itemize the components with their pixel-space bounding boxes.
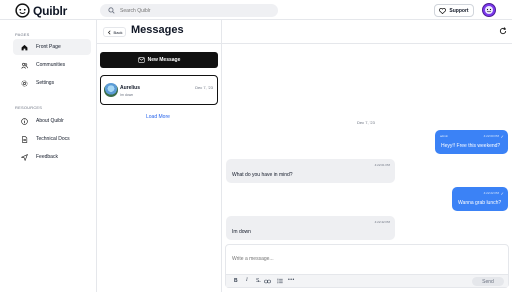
sidebar-item-label: About Quiblr	[36, 118, 64, 124]
message-text: Im down	[232, 229, 251, 235]
message-composer: B I S̶ ••• Send	[225, 244, 509, 288]
message-sender: admin	[440, 134, 449, 138]
user-face-icon	[485, 6, 493, 14]
strikethrough-icon[interactable]: S̶	[256, 278, 259, 284]
conversation-item[interactable]: Aurelius Dec 7, '23 Im down	[100, 75, 218, 105]
message-time: 4:22:22 PM	[483, 191, 499, 195]
sidebar-item-technical-docs[interactable]: Technical Docs	[13, 131, 91, 147]
sidebar-item-settings[interactable]: Settings	[13, 75, 91, 91]
send-button[interactable]: Send	[472, 277, 504, 286]
read-check-icon: ✓	[500, 134, 504, 139]
send-icon	[21, 153, 28, 161]
message-text: What do you have in mind?	[232, 172, 293, 178]
conversation-preview: Im down	[120, 93, 134, 97]
message-time: 4:22:00 PM	[483, 134, 499, 138]
sidebar-item-label: Technical Docs	[36, 136, 70, 142]
message-input[interactable]	[232, 256, 492, 262]
header-divider	[97, 43, 512, 44]
support-button[interactable]: Support	[434, 4, 474, 17]
load-more-link[interactable]: Load More	[146, 114, 170, 120]
refresh-icon[interactable]	[499, 27, 507, 35]
chevron-left-icon	[107, 30, 111, 34]
app-logo[interactable]: Quiblr	[15, 3, 67, 18]
document-icon	[22, 135, 28, 143]
message-bubble-outgoing: 4:22:22 PM ✓ Wanna grab lunch?	[452, 187, 508, 211]
message-bubble-incoming: 4:22:42 PM Im down	[226, 216, 395, 240]
message-text: Wanna grab lunch?	[458, 200, 502, 206]
sidebar-item-label: Front Page	[36, 44, 61, 50]
heart-icon	[439, 7, 447, 14]
back-button[interactable]: Back	[103, 27, 126, 37]
back-label: Back	[113, 29, 123, 35]
read-check-icon: ✓	[500, 191, 504, 196]
conversation-date: Dec 7, '23	[195, 85, 213, 90]
search-input[interactable]	[120, 7, 270, 14]
compose-icon	[137, 57, 145, 63]
users-icon	[21, 62, 28, 69]
italic-icon[interactable]: I	[246, 278, 248, 283]
sidebar-item-label: Feedback	[36, 154, 58, 160]
new-message-label: New Message	[147, 57, 181, 63]
message-text: Heyy!! Free this weekend?	[441, 143, 501, 149]
pages-section-title: PAGES	[15, 32, 30, 37]
sidebar-item-about[interactable]: About Quiblr	[13, 113, 91, 129]
conversation-name: Aurelius	[120, 85, 141, 91]
info-icon	[21, 117, 28, 125]
sidebar-item-feedback[interactable]: Feedback	[13, 149, 91, 165]
home-icon	[21, 44, 28, 50]
sidebar-item-label: Communities	[36, 62, 66, 68]
list-icon[interactable]	[277, 278, 283, 284]
sidebar-item-front-page[interactable]: Front Page	[13, 39, 91, 55]
user-avatar[interactable]	[482, 3, 496, 17]
search-bar[interactable]	[100, 4, 278, 17]
app-name: Quiblr	[33, 3, 68, 18]
message-bubble-incoming: 4:22:01 PM What do you have in mind?	[226, 159, 395, 183]
formatting-toolbar: B I S̶ ••• Send	[226, 274, 508, 287]
gear-icon	[21, 80, 28, 86]
message-time: 4:22:42 PM	[374, 220, 390, 224]
bold-icon[interactable]: B	[234, 278, 238, 284]
message-bubble-outgoing: admin 4:22:00 PM ✓ Heyy!! Free this week…	[435, 130, 508, 154]
search-icon	[108, 7, 115, 14]
avatar	[104, 83, 118, 97]
date-separator: Dec 7, '23	[357, 120, 375, 125]
new-message-button[interactable]: New Message	[100, 52, 218, 68]
message-time: 4:22:01 PM	[374, 163, 390, 167]
link-icon[interactable]	[264, 279, 271, 284]
top-bar: Quiblr Support	[0, 0, 512, 20]
support-label: Support	[449, 7, 469, 14]
page-title: Messages	[131, 24, 184, 36]
more-icon[interactable]: •••	[288, 277, 295, 283]
sidebar-item-label: Settings	[36, 80, 55, 86]
sidebar-item-communities[interactable]: Communities	[13, 57, 91, 73]
resources-section-title: RESOURCES	[15, 105, 43, 110]
logo-icon	[15, 3, 30, 18]
